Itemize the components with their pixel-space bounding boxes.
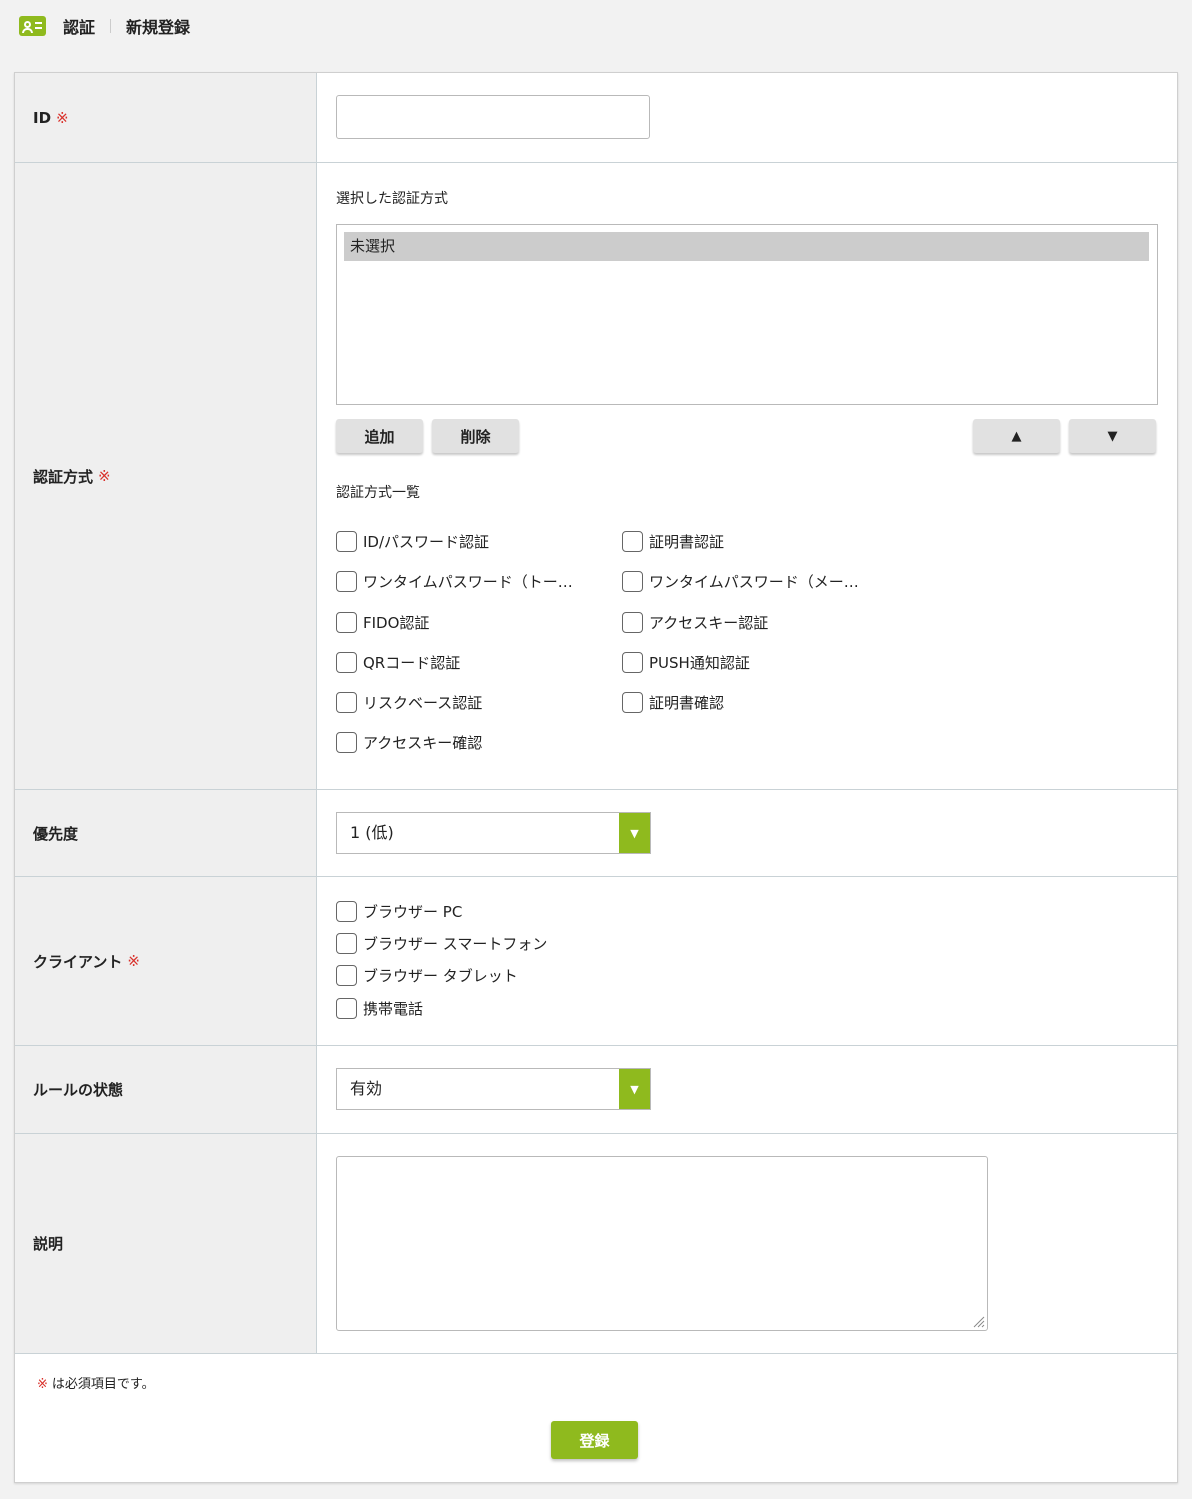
checkbox-box[interactable] [336, 571, 357, 592]
delete-button[interactable]: 削除 [432, 419, 519, 453]
label-auth-method: 認証方式 ※ [15, 163, 317, 789]
client-checkbox-mobile[interactable]: 携帯電話 [336, 998, 423, 1019]
method-checkbox-push[interactable]: PUSH通知認証 [622, 652, 750, 673]
label-client-text: クライアント [33, 952, 123, 971]
breadcrumb-new: 新規登録 [126, 18, 191, 37]
chevron-down-icon[interactable]: ▼ [619, 813, 650, 853]
checkbox-box[interactable] [622, 531, 643, 552]
required-mark: ※ [98, 467, 111, 485]
method-checkbox-certificate-check[interactable]: 証明書確認 [622, 692, 724, 713]
method-checkbox-risk-based[interactable]: リスクベース認証 [336, 692, 482, 713]
row-auth-method: 認証方式 ※ 選択した認証方式 未選択 追加 削除 ▲ ▼ 認証方式一覧 ID/… [15, 163, 1177, 790]
checkbox-box[interactable] [336, 998, 357, 1019]
checkbox-box[interactable] [336, 933, 357, 954]
row-id: ID ※ [15, 73, 1177, 163]
checkbox-box[interactable] [336, 965, 357, 986]
required-mark: ※ [56, 108, 69, 127]
selected-methods-listbox[interactable]: 未選択 [336, 224, 1158, 405]
method-checkbox-otp-mail[interactable]: ワンタイムパスワード（メー… [622, 571, 859, 592]
method-checkbox-access-key-check[interactable]: アクセスキー確認 [336, 732, 482, 753]
checkbox-box[interactable] [622, 571, 643, 592]
selected-method-item[interactable]: 未選択 [344, 232, 1149, 261]
method-checkbox-qr[interactable]: QRコード認証 [336, 652, 460, 673]
checkbox-box[interactable] [336, 732, 357, 753]
move-up-button[interactable]: ▲ [973, 419, 1060, 453]
checkbox-box[interactable] [336, 531, 357, 552]
chevron-down-icon[interactable]: ▼ [619, 1069, 650, 1109]
required-mark: ※ [37, 1377, 48, 1392]
checkbox-box[interactable] [622, 652, 643, 673]
breadcrumb-auth[interactable]: 認証 [63, 14, 95, 38]
row-priority: 優先度 1 (低) ▼ [15, 790, 1177, 877]
form-card: ID ※ 認証方式 ※ 選択した認証方式 未選択 追加 削除 ▲ ▼ 認証方式一… [14, 72, 1178, 1483]
description-textarea[interactable] [336, 1156, 988, 1331]
register-button[interactable]: 登録 [551, 1421, 638, 1459]
method-checkbox-fido[interactable]: FIDO認証 [336, 612, 429, 633]
label-description-text: 説明 [33, 1235, 64, 1253]
selected-methods-title: 選択した認証方式 [336, 191, 448, 207]
checkbox-box[interactable] [336, 612, 357, 633]
label-id-text: ID [33, 108, 52, 127]
id-input[interactable] [336, 95, 650, 139]
label-priority-text: 優先度 [33, 824, 79, 843]
row-rule-state: ルールの状態 有効 ▼ [15, 1046, 1177, 1134]
checkbox-box[interactable] [622, 612, 643, 633]
required-footnote: ※ は必須項目です。 [37, 1373, 155, 1392]
checkbox-box[interactable] [336, 692, 357, 713]
method-checkbox-access-key[interactable]: アクセスキー認証 [622, 612, 768, 633]
label-auth-method-text: 認証方式 [33, 467, 94, 486]
label-priority: 優先度 [15, 790, 317, 876]
breadcrumb-separator [110, 19, 112, 33]
checkbox-box[interactable] [622, 692, 643, 713]
checkbox-box[interactable] [336, 901, 357, 922]
row-client: クライアント ※ ブラウザー PC ブラウザー スマートフォン ブラウザー タブ… [15, 877, 1177, 1046]
method-checkbox-certificate[interactable]: 証明書認証 [622, 531, 724, 552]
priority-select-value: 1 (低) [350, 823, 394, 842]
client-checkbox-pc[interactable]: ブラウザー PC [336, 901, 462, 922]
add-button[interactable]: 追加 [336, 419, 423, 453]
label-rule-state: ルールの状態 [15, 1046, 317, 1133]
required-mark: ※ [127, 952, 140, 970]
label-client: クライアント ※ [15, 877, 317, 1045]
footnote-text: は必須項目です。 [51, 1377, 155, 1392]
checkbox-box[interactable] [336, 652, 357, 673]
move-down-button[interactable]: ▼ [1069, 419, 1156, 453]
user-card-icon [19, 16, 46, 36]
rule-state-select-value: 有効 [350, 1079, 383, 1098]
label-description: 説明 [15, 1134, 317, 1353]
priority-select[interactable]: 1 (低) ▼ [336, 812, 651, 854]
method-list-title: 認証方式一覧 [336, 485, 420, 501]
rule-state-select[interactable]: 有効 ▼ [336, 1068, 651, 1110]
label-id: ID ※ [15, 73, 317, 162]
label-rule-state-text: ルールの状態 [33, 1081, 124, 1099]
method-checkbox-otp-token[interactable]: ワンタイムパスワード（トー… [336, 571, 573, 592]
client-checkbox-smartphone[interactable]: ブラウザー スマートフォン [336, 933, 547, 954]
method-checkbox-id-password[interactable]: ID/パスワード認証 [336, 531, 489, 552]
row-description: 説明 [15, 1134, 1177, 1354]
page-header: 認証 新規登録 [0, 0, 1192, 52]
resize-grip-icon[interactable] [971, 1314, 985, 1328]
client-checkbox-tablet[interactable]: ブラウザー タブレット [336, 965, 518, 986]
